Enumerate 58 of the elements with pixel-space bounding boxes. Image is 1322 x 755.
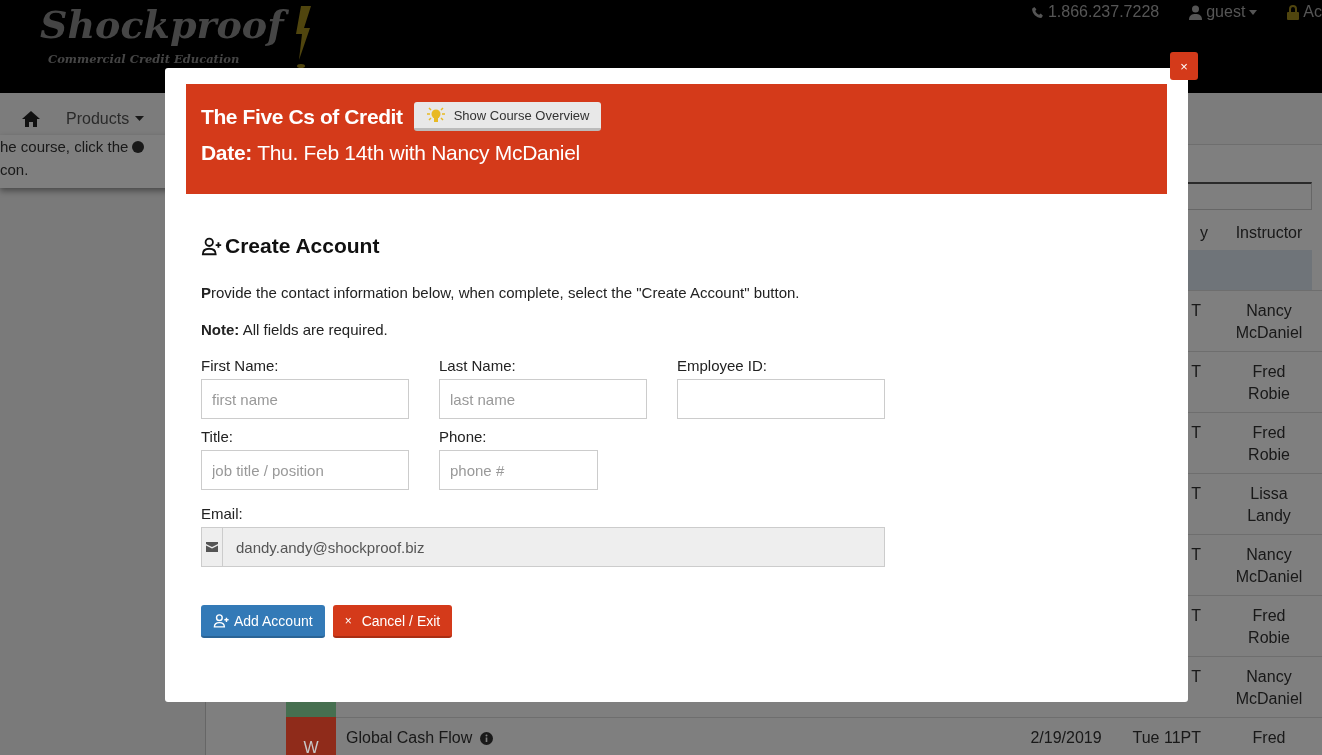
table-cell-text: T bbox=[1191, 545, 1201, 565]
table-cell-text: Tue 11PT bbox=[1132, 728, 1201, 748]
phone-link[interactable]: 1.866.237.7228 bbox=[1030, 3, 1160, 21]
table-cell-text: Fred Robie bbox=[1247, 606, 1291, 648]
field-label: Title: bbox=[201, 427, 234, 447]
input-field[interactable]: last name bbox=[439, 379, 647, 419]
home-icon[interactable] bbox=[22, 110, 40, 127]
caret-icon bbox=[1249, 9, 1258, 15]
input-field[interactable]: phone # bbox=[439, 450, 598, 490]
course-title: The Five Cs of Credit bbox=[201, 104, 403, 129]
table-cell-text: Fred Robie bbox=[1247, 362, 1291, 404]
table-cell-text: Fred bbox=[1251, 728, 1287, 748]
table-cell-text: Lissa Landy bbox=[1246, 484, 1292, 526]
table-cell-text: T bbox=[1191, 423, 1201, 443]
show-overview-button[interactable]: Show Course Overview bbox=[413, 102, 602, 131]
column-header: y bbox=[1199, 222, 1209, 243]
field-label: Phone: bbox=[439, 427, 488, 447]
table-cell-text: Nancy McDaniel bbox=[1234, 301, 1304, 343]
table-cell-text: T bbox=[1191, 301, 1201, 321]
cancel-button[interactable]: × Cancel / Exit bbox=[332, 605, 453, 638]
section-title: Create Account bbox=[225, 234, 380, 258]
logo-subtitle: Commercial Credit Education bbox=[47, 52, 241, 66]
table-cell-text: Fred Robie bbox=[1247, 423, 1291, 465]
column-header: Instructor bbox=[1234, 222, 1304, 243]
input-field[interactable] bbox=[677, 379, 885, 419]
account-menu[interactable]: Ac bbox=[1287, 3, 1322, 21]
table-cell-text: T bbox=[1191, 484, 1201, 504]
course-type-badge: W bbox=[286, 717, 336, 755]
user-plus-icon bbox=[213, 612, 230, 629]
course-title[interactable]: Global Cash Flow bbox=[346, 727, 473, 749]
side-note-text: he course, click the bbox=[0, 137, 129, 157]
side-note-text: con. bbox=[0, 160, 29, 180]
close-button[interactable]: × bbox=[1170, 52, 1198, 80]
table-cell-text: Nancy McDaniel bbox=[1234, 545, 1304, 587]
field-label: Email: bbox=[201, 504, 244, 524]
input-field[interactable]: first name bbox=[201, 379, 409, 419]
user-plus-icon bbox=[201, 235, 223, 257]
table-cell-text: T bbox=[1191, 362, 1201, 382]
user-icon bbox=[1189, 4, 1203, 20]
user-menu[interactable]: guest bbox=[1189, 3, 1258, 21]
lightbulb-icon bbox=[425, 107, 446, 123]
field-label: Employee ID: bbox=[677, 356, 769, 376]
table-cell-text: Nancy McDaniel bbox=[1234, 667, 1304, 709]
email-field[interactable]: dandy.andy@shockproof.biz bbox=[201, 527, 885, 567]
required-note: Note: All fields are required. bbox=[201, 321, 389, 338]
intro-text: Provide the contact information below, when complete, select the "Create Account" button. bbox=[201, 284, 801, 301]
add-account-button[interactable]: Add Account bbox=[201, 605, 325, 638]
table-cell-text: 2/19/2019 bbox=[1030, 728, 1102, 748]
table-cell-text: T bbox=[1191, 667, 1201, 687]
field-label: Last Name: bbox=[439, 356, 517, 376]
nav-menu-item[interactable]: Products bbox=[66, 109, 145, 128]
field-label: First Name: bbox=[201, 356, 280, 376]
lock-icon bbox=[1287, 4, 1300, 20]
course-date: Date: Thu. Feb 14th with Nancy McDaniel bbox=[201, 141, 581, 165]
table-cell-text: T bbox=[1191, 606, 1201, 626]
caret-icon bbox=[135, 116, 145, 121]
input-field[interactable]: job title / position bbox=[201, 450, 409, 490]
phone-icon bbox=[1030, 5, 1044, 19]
